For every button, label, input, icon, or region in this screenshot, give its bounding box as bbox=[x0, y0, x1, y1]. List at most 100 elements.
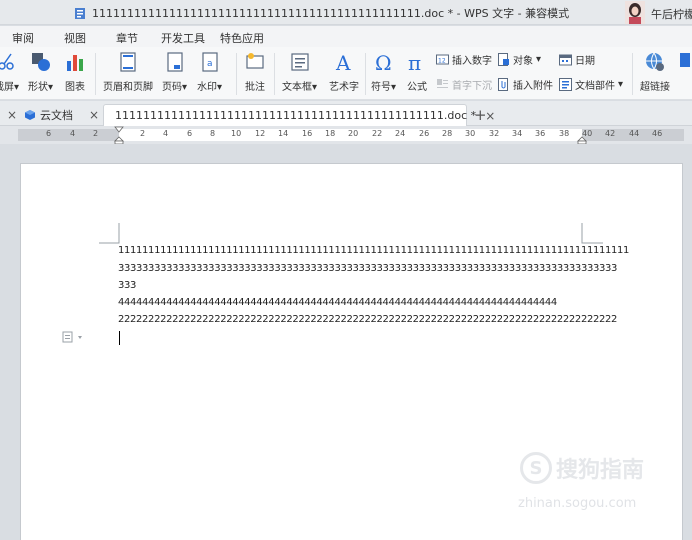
header-footer-icon bbox=[120, 52, 136, 72]
ruler-number: 28 bbox=[442, 129, 453, 138]
svg-text:a: a bbox=[207, 59, 213, 69]
ruler-number: 16 bbox=[302, 129, 313, 138]
document-line[interactable]: 3333333333333333333333333333333333333333… bbox=[118, 263, 617, 274]
object-label: 对象 bbox=[513, 56, 533, 67]
insert-number-label: 插入数字 bbox=[452, 56, 492, 67]
ribbon-separator bbox=[236, 53, 237, 95]
close-icon: × bbox=[7, 108, 18, 122]
horizontal-ruler[interactable]: 6 4 2 2 4 6 8 10 12 14 16 18 20 22 24 26… bbox=[0, 126, 692, 144]
sogou-logo-icon: S bbox=[520, 452, 552, 484]
hyperlink-label: 超链接 bbox=[640, 82, 670, 93]
screenshot-button[interactable]: 截屏▾ bbox=[0, 47, 19, 93]
document-parts-button[interactable]: 文档部件 ▾ bbox=[559, 77, 623, 92]
svg-text:12: 12 bbox=[438, 58, 446, 65]
close-icon: × bbox=[89, 108, 100, 122]
header-footer-button[interactable]: 页眉和页脚 bbox=[103, 47, 153, 93]
tab-cloud-docs-label: 云文档 bbox=[40, 109, 73, 122]
symbol-button[interactable]: Ω 符号▾ bbox=[371, 47, 396, 93]
number-icon: 12 bbox=[436, 54, 449, 65]
menu-special[interactable]: 特色应用 bbox=[220, 30, 264, 46]
page-number-icon bbox=[166, 52, 183, 72]
chart-label: 图表 bbox=[65, 82, 85, 93]
tab-cloud-docs[interactable]: 云文档 bbox=[24, 104, 73, 126]
date-button[interactable]: 日期 bbox=[559, 52, 595, 67]
comment-button[interactable]: 批注 bbox=[244, 47, 266, 93]
screenshot-label: 截屏 bbox=[0, 82, 14, 93]
wordart-button[interactable]: A 艺术字 bbox=[329, 47, 359, 93]
ruler-number: 4 bbox=[70, 129, 76, 138]
document-line[interactable]: 4444444444444444444444444444444444444444… bbox=[118, 297, 557, 308]
ruler-number: 12 bbox=[255, 129, 266, 138]
dropdown-arrow-icon: ▾ bbox=[48, 82, 54, 93]
shapes-icon bbox=[31, 53, 50, 71]
symbol-label: 符号 bbox=[371, 82, 391, 93]
bookmark-icon bbox=[680, 53, 690, 67]
scissors-icon bbox=[0, 53, 14, 70]
ruler-number: 2 bbox=[93, 129, 99, 138]
margin-corner-top-right bbox=[581, 223, 603, 244]
menu-developer[interactable]: 开发工具 bbox=[161, 30, 205, 46]
dropdown-arrow-icon: ▾ bbox=[536, 54, 542, 65]
dropcap-button[interactable]: 首字下沉 bbox=[436, 77, 492, 92]
bookmark-button[interactable] bbox=[678, 47, 692, 73]
watermark-button[interactable]: a 水印▾ bbox=[197, 47, 222, 93]
svg-text:π: π bbox=[408, 51, 421, 73]
ruler-number: 32 bbox=[489, 129, 500, 138]
paste-options-icon[interactable] bbox=[62, 331, 86, 343]
new-tab-button[interactable]: + bbox=[474, 104, 487, 126]
ruler-number: 18 bbox=[325, 129, 336, 138]
ruler-number: 14 bbox=[278, 129, 289, 138]
tab-active-document[interactable]: 1111111111111111111111111111111111111111… bbox=[103, 104, 495, 126]
dropdown-arrow-icon: ▾ bbox=[182, 82, 188, 93]
user-name[interactable]: 午后柠檬 bbox=[651, 6, 692, 22]
close-cloud-tab-button[interactable]: × bbox=[89, 104, 99, 126]
cloud-cube-icon bbox=[25, 110, 35, 120]
user-avatar[interactable] bbox=[625, 1, 645, 24]
header-footer-label: 页眉和页脚 bbox=[103, 82, 153, 93]
attachment-icon bbox=[498, 78, 508, 91]
textbox-button[interactable]: 文本框▾ bbox=[282, 47, 317, 93]
hyperlink-button[interactable]: 超链接 bbox=[640, 47, 670, 93]
menu-review[interactable]: 审阅 bbox=[12, 30, 34, 46]
avatar-icon bbox=[625, 1, 645, 24]
close-previous-tab-button[interactable]: × bbox=[7, 104, 17, 126]
chart-button[interactable]: 图表 bbox=[64, 47, 86, 93]
margin-corner-top-left bbox=[99, 223, 120, 244]
ribbon-separator bbox=[365, 53, 366, 95]
wordart-label: 艺术字 bbox=[329, 82, 359, 93]
document-tab-bar: × 云文档 × 11111111111111111111111111111111… bbox=[0, 101, 692, 126]
insert-number-button[interactable]: 12 插入数字 bbox=[436, 52, 492, 67]
first-line-indent-marker[interactable] bbox=[114, 126, 124, 144]
ruler-number: 42 bbox=[605, 129, 616, 138]
ribbon-separator bbox=[274, 53, 275, 95]
watermark-url: zhinan.sogou.com bbox=[518, 496, 637, 511]
document-line[interactable]: 333 bbox=[118, 280, 136, 291]
menu-view[interactable]: 视图 bbox=[64, 30, 86, 46]
dropdown-arrow-icon: ▾ bbox=[391, 82, 397, 93]
svg-text:A: A bbox=[335, 51, 351, 73]
ruler-number: 44 bbox=[629, 129, 640, 138]
watermark-icon: a bbox=[201, 52, 218, 72]
date-label: 日期 bbox=[575, 56, 595, 67]
document-line[interactable]: 1111111111111111111111111111111111111111… bbox=[118, 245, 629, 256]
menu-chapter[interactable]: 章节 bbox=[116, 30, 138, 46]
page-number-button[interactable]: 页码▾ bbox=[162, 47, 187, 93]
right-indent-marker[interactable] bbox=[577, 126, 587, 144]
dropdown-arrow-icon: ▾ bbox=[618, 79, 624, 90]
ruler-number: 22 bbox=[372, 129, 383, 138]
title-bar: 1111111111111111111111111111111111111111… bbox=[0, 0, 692, 25]
window-title: 1111111111111111111111111111111111111111… bbox=[74, 5, 569, 21]
watermark-text: 搜狗指南 bbox=[556, 458, 645, 483]
ruler-number: 24 bbox=[395, 129, 406, 138]
plus-icon: + bbox=[474, 106, 487, 124]
ruler-number: 6 bbox=[46, 129, 52, 138]
document-line[interactable]: 2222222222222222222222222222222222222222… bbox=[118, 314, 617, 325]
formula-button[interactable]: π 公式 bbox=[406, 47, 428, 93]
object-button[interactable]: 对象 ▾ bbox=[497, 52, 541, 67]
ruler-number: 8 bbox=[210, 129, 216, 138]
ruler-number: 46 bbox=[652, 129, 663, 138]
insert-attachment-button[interactable]: 插入附件 bbox=[497, 77, 553, 92]
shape-button[interactable]: 形状▾ bbox=[28, 47, 53, 93]
close-icon[interactable]: × bbox=[485, 109, 495, 123]
document-parts-label: 文档部件 bbox=[575, 81, 615, 92]
